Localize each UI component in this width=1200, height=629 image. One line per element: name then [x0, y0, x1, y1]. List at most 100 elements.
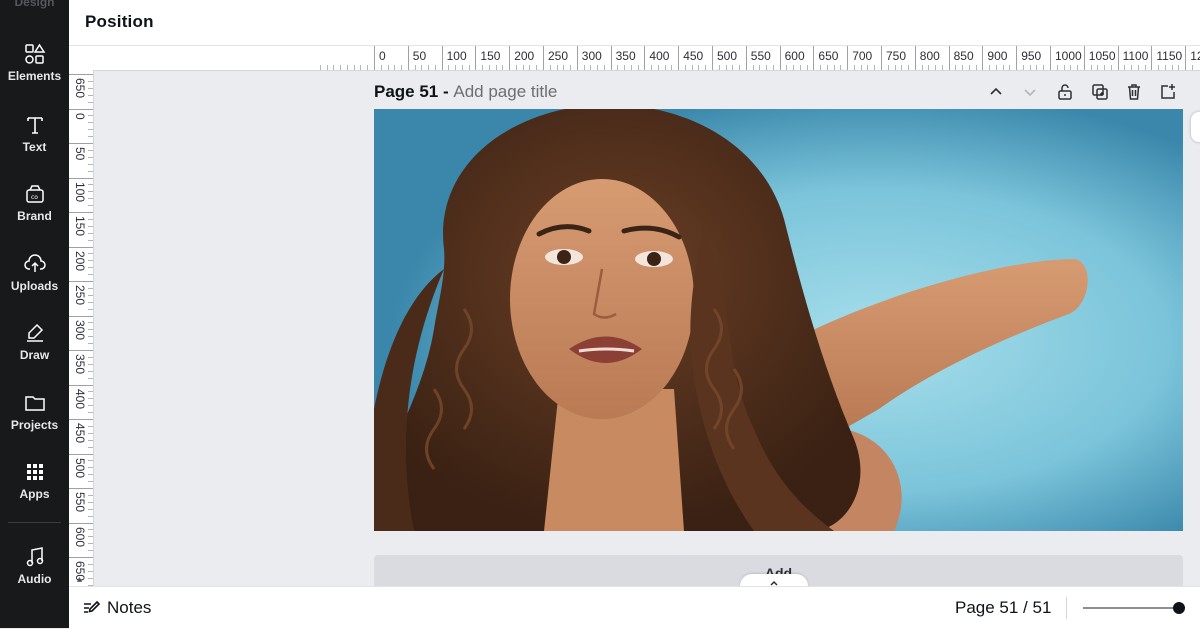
zoom-slider[interactable]: [1083, 602, 1185, 614]
ruler-minor-tick: [664, 65, 666, 70]
rail-item-label: Elements: [7, 69, 62, 83]
ruler-tick: 650: [813, 46, 838, 70]
ruler-minor-tick: [88, 460, 93, 462]
rail-item-label: Projects: [10, 418, 59, 432]
ruler-minor-tick: [353, 65, 355, 70]
zoom-slider-fill: [1083, 607, 1179, 609]
ruler-minor-tick: [88, 163, 93, 165]
ruler-minor-tick: [772, 65, 774, 70]
rail-item-elements[interactable]: Elements: [0, 43, 69, 107]
ruler-minor-tick: [88, 536, 93, 538]
duplicate-page-button[interactable]: [1088, 80, 1112, 104]
ruler-minor-tick: [806, 65, 808, 70]
ruler-minor-tick: [1137, 65, 1139, 70]
rail-item-brand[interactable]: co Brand: [0, 183, 69, 247]
ruler-minor-tick: [88, 218, 93, 220]
ruler-minor-tick: [88, 501, 93, 503]
ruler-minor-tick: [1029, 65, 1031, 70]
ruler-tick: 400: [644, 46, 669, 70]
ruler-minor-tick: [88, 184, 93, 186]
ruler-minor-tick: [88, 446, 93, 448]
ruler-minor-tick: [1158, 65, 1160, 70]
rail-item-audio[interactable]: Audio: [0, 546, 69, 610]
page-indicator[interactable]: Page 51 / 51: [955, 598, 1051, 618]
ruler-tick-label: 100: [446, 49, 467, 63]
ruler-tick-label: 300: [73, 319, 87, 340]
ruler-minor-tick: [1124, 65, 1126, 70]
ruler-minor-tick: [421, 65, 423, 70]
ruler-tick-label: 0: [379, 49, 386, 63]
ruler-minor-tick: [88, 170, 93, 172]
ruler-tick: 800: [914, 46, 940, 70]
ruler-minor-tick: [88, 225, 93, 227]
ruler-minor-tick: [88, 149, 93, 151]
rail-item-uploads[interactable]: Uploads: [0, 253, 69, 317]
design-canvas[interactable]: [374, 109, 1183, 531]
side-rail: Design Elements Text co Brand Uploads Dr…: [0, 0, 69, 628]
ruler-tick-label: 100: [73, 181, 87, 202]
ruler-minor-tick: [529, 65, 531, 70]
ruler-minor-tick: [88, 94, 93, 96]
ruler-tick-label: 850: [953, 49, 974, 63]
ruler-minor-tick: [840, 65, 842, 70]
page-title-placeholder[interactable]: Add page title: [453, 82, 557, 101]
delete-page-button[interactable]: [1122, 80, 1146, 104]
ruler-minor-tick: [340, 65, 342, 70]
ruler-tick: 450: [69, 419, 93, 443]
uploads-icon: [23, 254, 46, 272]
ruler-tick-label: 200: [514, 49, 535, 63]
ruler-tick: 100: [69, 177, 93, 202]
projects-icon: [24, 396, 45, 411]
ruler-minor-tick: [1056, 65, 1058, 70]
elements-icon: [24, 43, 45, 64]
rail-item-label: Draw: [19, 348, 50, 362]
ruler-minor-tick: [88, 405, 93, 407]
portrait-photo[interactable]: [374, 109, 1183, 531]
ruler-tick-label: 1150: [1156, 49, 1183, 63]
lock-page-button[interactable]: [1053, 80, 1077, 104]
ruler-minor-tick: [630, 65, 632, 70]
rail-item-apps[interactable]: Apps: [0, 461, 69, 525]
horizontal-ruler[interactable]: 0 50 100 150 200 250 300 350 400 450 500 550 600 650 7…: [93, 46, 1200, 71]
notes-button[interactable]: Notes: [83, 597, 151, 619]
ruler-tick-label: 600: [73, 526, 87, 547]
ruler-minor-tick: [326, 65, 328, 70]
ruler-tick: 100: [441, 46, 467, 70]
ruler-minor-tick: [894, 65, 896, 70]
ruler-minor-tick: [88, 336, 93, 338]
vertical-ruler[interactable]: ▲ 650 0 50 100 150 200 250 300 350 400 450 500 550 60…: [69, 70, 94, 586]
ruler-corner: [69, 46, 94, 71]
ruler-minor-tick: [1043, 65, 1045, 70]
ruler-tick-label: 450: [73, 423, 87, 444]
ruler-minor-tick: [684, 65, 686, 70]
ruler-minor-tick: [488, 65, 490, 70]
ruler-tick-label: 300: [581, 49, 602, 63]
ruler-tick-label: 350: [615, 49, 636, 63]
ruler-minor-tick: [739, 65, 741, 70]
ruler-minor-tick: [975, 65, 977, 70]
ruler-minor-tick: [1063, 65, 1065, 70]
rail-item-projects[interactable]: Projects: [0, 392, 69, 456]
ruler-tick: 300: [576, 46, 602, 70]
notes-label: Notes: [107, 598, 152, 617]
canvas-side-handle[interactable]: [1191, 112, 1200, 142]
rail-item-design-label[interactable]: Design: [0, 0, 69, 9]
ruler-tick-label: 400: [73, 388, 87, 409]
add-page-button[interactable]: [1156, 80, 1180, 104]
ruler-minor-tick: [826, 65, 828, 70]
move-page-down-button[interactable]: [1018, 80, 1042, 104]
rail-item-text[interactable]: Text: [0, 114, 69, 178]
page-title[interactable]: Page 51 - Add page title: [374, 82, 557, 102]
ruler-minor-tick: [88, 474, 93, 476]
top-header: Position: [69, 0, 1200, 46]
chevron-down-icon: [1024, 89, 1036, 97]
zoom-slider-thumb[interactable]: [1173, 602, 1185, 614]
rail-item-draw[interactable]: Draw: [0, 322, 69, 386]
ruler-minor-tick: [1191, 65, 1193, 70]
ruler-minor-tick: [88, 577, 93, 579]
ruler-minor-tick: [549, 65, 551, 70]
ruler-minor-tick: [414, 65, 416, 70]
move-page-up-button[interactable]: [984, 80, 1008, 104]
ruler-tick-label: 12: [1190, 49, 1200, 63]
ruler-tick-label: 600: [784, 49, 805, 63]
